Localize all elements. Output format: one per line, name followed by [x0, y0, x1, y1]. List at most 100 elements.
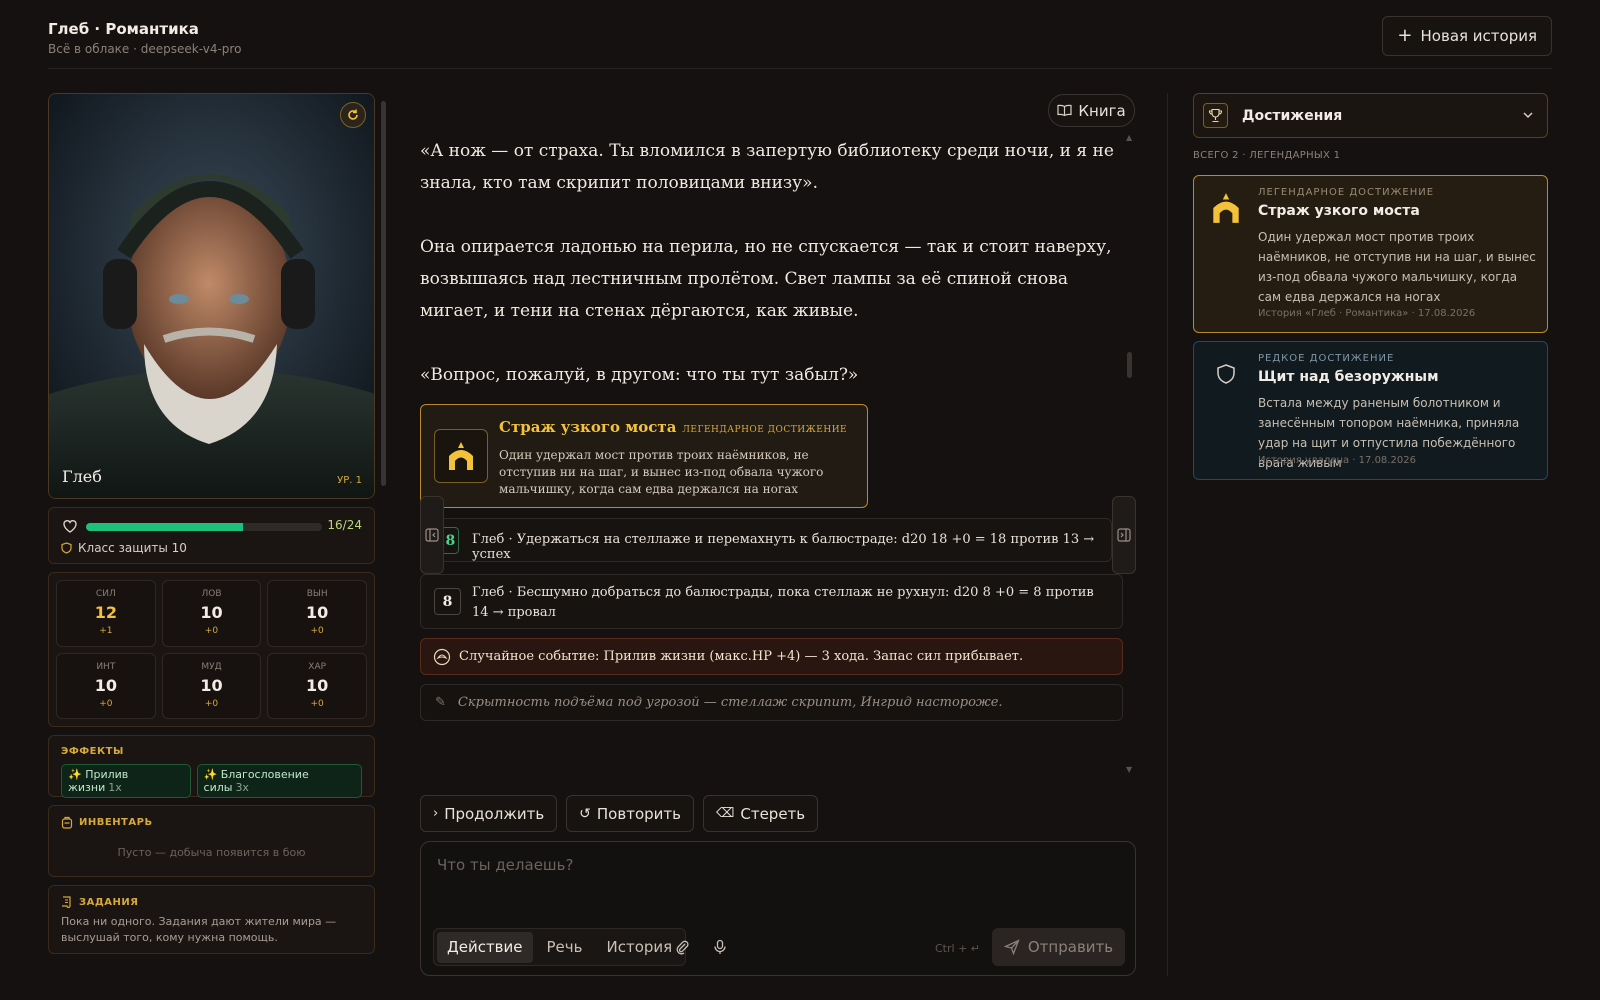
trophy-icon: [1203, 103, 1228, 128]
achievements-count: ВСЕГО 2 · ЛЕГЕНДАРНЫХ 1: [1193, 150, 1341, 161]
achievement-toast-desc: Один удержал мост против троих наёмников…: [499, 448, 824, 496]
retry-button[interactable]: ↺ Повторить: [566, 795, 694, 832]
character-sidebar[interactable]: Глеб УР. 1 16/24 Класс защиты 10 СИЛ 12 +1…: [48, 93, 375, 973]
achievements-dropdown[interactable]: Достижения: [1193, 93, 1548, 138]
stat-label: МУД: [201, 661, 222, 672]
hp-bar: [86, 523, 322, 531]
stat-label: ВЫН: [306, 589, 328, 599]
attach-button[interactable]: [671, 936, 693, 958]
achievement-name: Щит над безоружным: [1258, 369, 1439, 385]
mode-switcher: Действие Речь История: [433, 928, 687, 966]
stat-mod: +0: [310, 698, 324, 709]
inventory-panel: ИНВЕНТАРЬ Пусто — добыча появится в бою: [48, 805, 375, 877]
effects-panel: ЭФФЕКТЫ ✨ Прилив жизни 1x ✨ Благословение…: [48, 735, 375, 798]
inventory-empty-text: Пусто — добыча появится в бою: [117, 846, 306, 859]
achievement-toast: Страж узкого моста ЛЕГЕНДАРНОЕ ДОСТИЖЕНИЕ…: [420, 404, 868, 508]
achievement-meta: История удалена · 17.08.2026: [1258, 455, 1416, 466]
microphone-icon: [714, 939, 726, 954]
scroll-up-arrow[interactable]: ▲: [1126, 133, 1132, 142]
stat-mod: +0: [310, 626, 324, 636]
page-title: Глеб · Романтика: [48, 20, 199, 38]
hp-bar-fill: [86, 523, 244, 531]
effect-name: Благословение силы: [203, 768, 309, 794]
book-button[interactable]: Книга: [1048, 94, 1135, 127]
achievement-name: Страж узкого моста: [1258, 203, 1420, 219]
panel-right-icon: [1117, 528, 1131, 542]
story-paragraph: Она опирается ладонью на перила, но не с…: [420, 237, 1112, 321]
send-icon: [1003, 939, 1020, 955]
stat-wis: МУД 10 +0: [161, 652, 262, 719]
stat-int: ИНТ 10 +0: [56, 652, 156, 719]
mode-story-tab[interactable]: История: [596, 932, 682, 963]
dice-roll-result: 8 Глеб · Бесшумно добраться до балюстрад…: [420, 574, 1123, 629]
stat-str: СИЛ 12 +1: [56, 580, 156, 647]
effects-title: ЭФФЕКТЫ: [61, 746, 124, 757]
story-scroll-thumb[interactable]: [1127, 352, 1132, 378]
hp-panel: 16/24 Класс защиты 10: [48, 507, 375, 564]
stat-con: ВЫН 10 +0: [267, 580, 367, 647]
effect-chip[interactable]: ✨ Благословение силы 3x: [196, 764, 362, 798]
achievement-toast-title: Страж узкого моста ЛЕГЕНДАРНОЕ ДОСТИЖЕНИЕ: [499, 418, 847, 436]
stat-label: СИЛ: [95, 589, 116, 599]
erase-button[interactable]: ⌫ Стереть: [702, 795, 819, 832]
story-text: «А нож — от страха. Ты вломился в заперт…: [420, 135, 1120, 423]
quests-title: ЗАДАНИЯ: [79, 896, 139, 908]
book-label: Книга: [1078, 101, 1126, 120]
quill-icon: ✎: [435, 695, 446, 710]
action-input[interactable]: [437, 856, 1117, 896]
stat-value: 10: [306, 603, 329, 622]
stat-mod: +1: [99, 626, 113, 636]
random-event-text: Случайное событие: Прилив жизни (макс.HP…: [459, 649, 1024, 664]
collapse-right-panel-button[interactable]: [1112, 496, 1136, 574]
stat-label: ЛОВ: [201, 589, 222, 599]
narration-hint-text: Скрытность подъёма под угрозой — стеллаж…: [457, 695, 1003, 710]
stat-label: ХАР: [308, 661, 327, 672]
stat-mod: +0: [204, 626, 219, 636]
eraser-icon: ⌫: [715, 806, 735, 821]
achievement-card-legendary[interactable]: ЛЕГЕНДАРНОЕ ДОСТИЖЕНИЕ Страж узкого мост…: [1193, 175, 1548, 333]
armor-class: Класс защиты 10: [61, 541, 187, 555]
bridge-arch-icon: [434, 429, 488, 483]
quests-panel: ЗАДАНИЯ Пока ни одного. Задания дают жит…: [48, 885, 375, 954]
erase-label: Стереть: [740, 804, 806, 823]
rotate-icon: ↺: [579, 805, 591, 822]
mode-speech-tab[interactable]: Речь: [537, 932, 593, 963]
achievement-desc: Один удержал мост против троих наёмников…: [1258, 230, 1536, 304]
send-label: Отправить: [1027, 938, 1114, 956]
stat-label: ИНТ: [96, 661, 116, 672]
achievement-toast-tag: ЛЕГЕНДАРНОЕ ДОСТИЖЕНИЕ: [682, 425, 848, 435]
chevron-down-icon: [1523, 112, 1533, 119]
scroll-down-arrow[interactable]: ▼: [1126, 765, 1132, 774]
effect-count: 1x: [108, 781, 122, 794]
scroll-icon: [62, 896, 71, 908]
collapse-left-panel-button[interactable]: [420, 496, 444, 574]
message-composer: Действие Речь История Ctrl + ↵ Отправить: [420, 841, 1136, 976]
continue-button[interactable]: › Продолжить: [420, 795, 558, 832]
action-buttons: › Продолжить ↺ Повторить ⌫ Стереть: [420, 795, 819, 832]
microphone-button[interactable]: [709, 936, 731, 958]
d20-die: 8: [434, 588, 461, 615]
new-story-button[interactable]: + Новая история: [1382, 16, 1552, 56]
sidebar-scrollbar[interactable]: [380, 95, 386, 975]
stat-value: 10: [200, 603, 223, 622]
character-name: Глеб: [62, 467, 102, 486]
shield-icon: [61, 542, 72, 554]
achievement-card-rare[interactable]: РЕДКОЕ ДОСТИЖЕНИЕ Щит над безоружным Вст…: [1193, 341, 1548, 480]
regenerate-portrait-button[interactable]: [340, 102, 366, 128]
mode-action-tab[interactable]: Действие: [437, 931, 533, 963]
panel-left-icon: [425, 528, 439, 542]
inventory-title: ИНВЕНТАРЬ: [79, 817, 153, 828]
quests-empty-text: Пока ни одного. Задания дают жители мира…: [61, 915, 337, 944]
character-portrait: Глеб УР. 1: [48, 93, 375, 499]
sparkle-icon: ✨: [68, 768, 82, 781]
stat-value: 10: [94, 675, 117, 695]
achievement-meta: История «Глеб · Романтика» · 17.08.2026: [1258, 308, 1476, 319]
send-button[interactable]: Отправить: [992, 928, 1125, 966]
sidebar-scroll-thumb[interactable]: [381, 101, 386, 486]
effect-chip[interactable]: ✨ Прилив жизни 1x: [61, 764, 191, 798]
stat-dex: ЛОВ 10 +0: [161, 580, 262, 647]
event-icon: [433, 648, 451, 665]
dice-roll-result: 18 Глеб · Удержаться на стеллаже и перем…: [420, 518, 1112, 562]
stats-panel: СИЛ 12 +1 ЛОВ 10 +0 ВЫН 10 +0 ИНТ 10 +0 МУД 10 +0 …: [48, 572, 375, 727]
achievement-toast-name: Страж узкого моста: [499, 418, 677, 436]
